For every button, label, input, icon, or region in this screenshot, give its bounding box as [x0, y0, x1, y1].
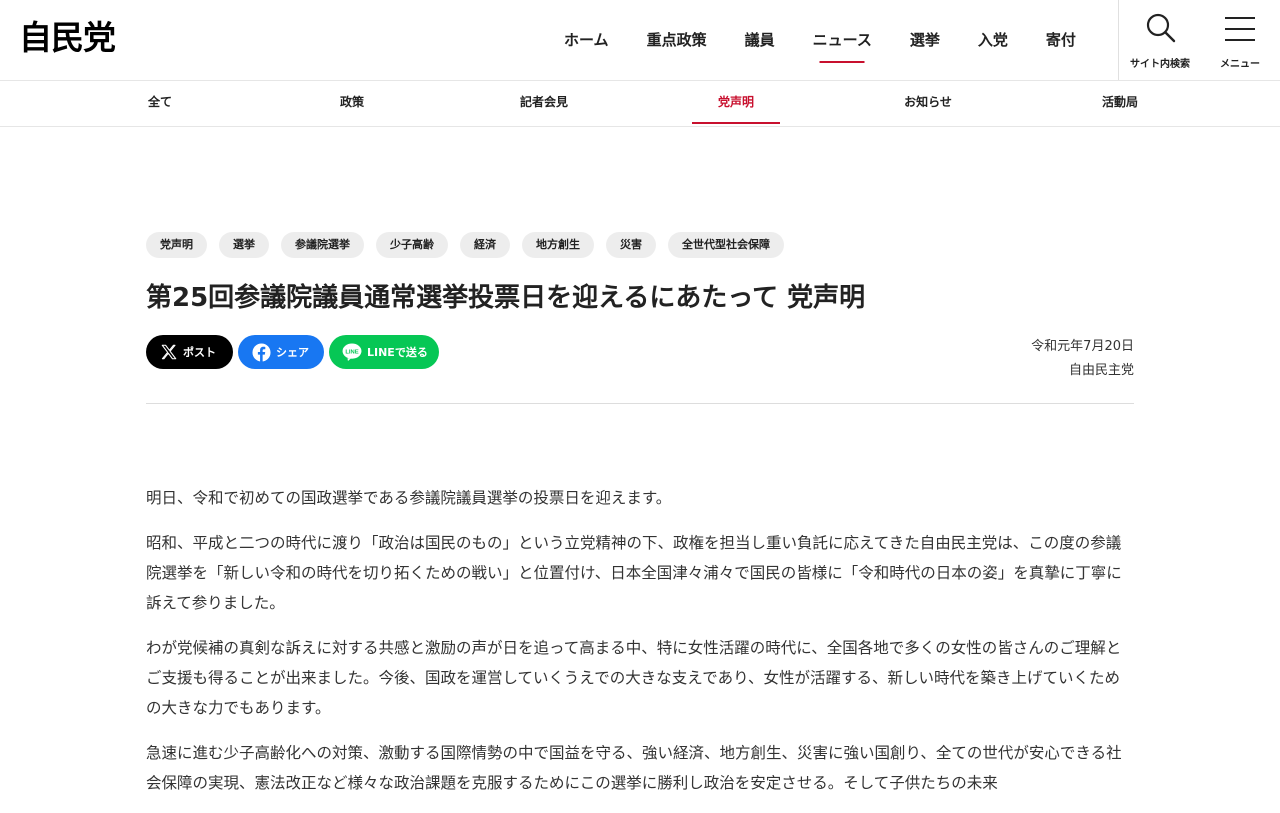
article-header: 党声明 選挙 参議院選挙 少子高齢 経済 地方創生 災害 全世代型社会保障 第2…: [146, 232, 1134, 395]
share-facebook-label: シェア: [276, 346, 309, 359]
nav-home[interactable]: ホーム: [545, 0, 628, 80]
category-press-conference[interactable]: 記者会見: [510, 81, 578, 126]
article-paragraph: 明日、令和で初めての国政選挙である参議院議員選挙の投票日を迎えます。: [146, 489, 672, 507]
category-policy[interactable]: 政策: [332, 81, 372, 126]
article-paragraph: わが党候補の真剣な訴えに対する共感と激励の声が日を追って高まる中、特に女性活躍の…: [146, 639, 1122, 717]
share-facebook-button[interactable]: シェア: [238, 335, 324, 369]
article-paragraph: 急速に進む少子高齢化への対策、激動する国際情勢の中で国益を守る、強い経済、地方創…: [146, 744, 1122, 792]
site-header: 自民党 ホーム 重点政策 議員 ニュース 選挙 入党 寄付 サイト内検索 メニュ…: [0, 0, 1280, 81]
share-x-label: ポスト: [183, 346, 216, 359]
main-nav: ホーム 重点政策 議員 ニュース 選挙 入党 寄付: [545, 0, 1095, 80]
category-notices[interactable]: お知らせ: [893, 81, 963, 126]
svg-text:LINE: LINE: [345, 349, 358, 355]
tag[interactable]: 災害: [606, 232, 656, 258]
nav-election[interactable]: 選挙: [891, 0, 959, 80]
article-byline: 令和元年7月20日 自由民主党: [1031, 335, 1134, 383]
article-paragraph: 昭和、平成と二つの時代に渡り「政治は国民のもの」という立党精神の下、政権を担当し…: [146, 534, 1122, 612]
article-body: 明日、令和で初めての国政選挙である参議院議員選挙の投票日を迎えます。 昭和、平成…: [146, 483, 1134, 813]
x-logo-icon: [160, 343, 178, 361]
category-activities[interactable]: 活動局: [1092, 81, 1148, 126]
article-title: 第25回参議院議員通常選挙投票日を迎えるにあたって 党声明: [146, 283, 866, 313]
article-meta: ポスト シェア LINE LINEで送る 令和元年7月20日 自由民主党: [146, 335, 1134, 395]
search-label: サイト内検索: [1130, 59, 1190, 70]
header-divider: [1118, 0, 1119, 80]
nav-members[interactable]: 議員: [726, 0, 794, 80]
category-all[interactable]: 全て: [140, 81, 180, 126]
share-x-button[interactable]: ポスト: [146, 335, 233, 369]
nav-join[interactable]: 入党: [959, 0, 1027, 80]
category-party-statement[interactable]: 党声明: [692, 81, 780, 126]
menu-label: メニュー: [1220, 59, 1260, 70]
site-search-button[interactable]: サイト内検索: [1120, 0, 1200, 80]
news-category-nav: 全て 政策 記者会見 党声明 お知らせ 活動局: [0, 81, 1280, 127]
tag-list: 党声明 選挙 参議院選挙 少子高齢 経済 地方創生 災害 全世代型社会保障: [146, 232, 1134, 258]
tag[interactable]: 党声明: [146, 232, 207, 258]
tag[interactable]: 全世代型社会保障: [668, 232, 784, 258]
nav-news[interactable]: ニュース: [794, 0, 891, 80]
site-logo[interactable]: 自民党: [19, 18, 116, 58]
share-line-label: LINEで送る: [367, 346, 428, 359]
menu-button[interactable]: メニュー: [1200, 0, 1280, 80]
share-buttons: ポスト シェア LINE LINEで送る: [146, 335, 1134, 369]
nav-policy[interactable]: 重点政策: [628, 0, 726, 80]
publish-date: 令和元年7月20日: [1031, 339, 1134, 354]
tag[interactable]: 経済: [460, 232, 510, 258]
facebook-icon: [252, 342, 271, 362]
tag[interactable]: 少子高齢: [376, 232, 448, 258]
nav-donate[interactable]: 寄付: [1027, 0, 1095, 80]
tag[interactable]: 参議院選挙: [281, 232, 364, 258]
line-icon: LINE: [342, 343, 362, 361]
tag[interactable]: 選挙: [219, 232, 269, 258]
tag[interactable]: 地方創生: [522, 232, 594, 258]
search-icon: [1146, 13, 1176, 43]
header-separator: [146, 403, 1134, 404]
share-line-button[interactable]: LINE LINEで送る: [329, 335, 439, 369]
article-author: 自由民主党: [1068, 363, 1134, 378]
